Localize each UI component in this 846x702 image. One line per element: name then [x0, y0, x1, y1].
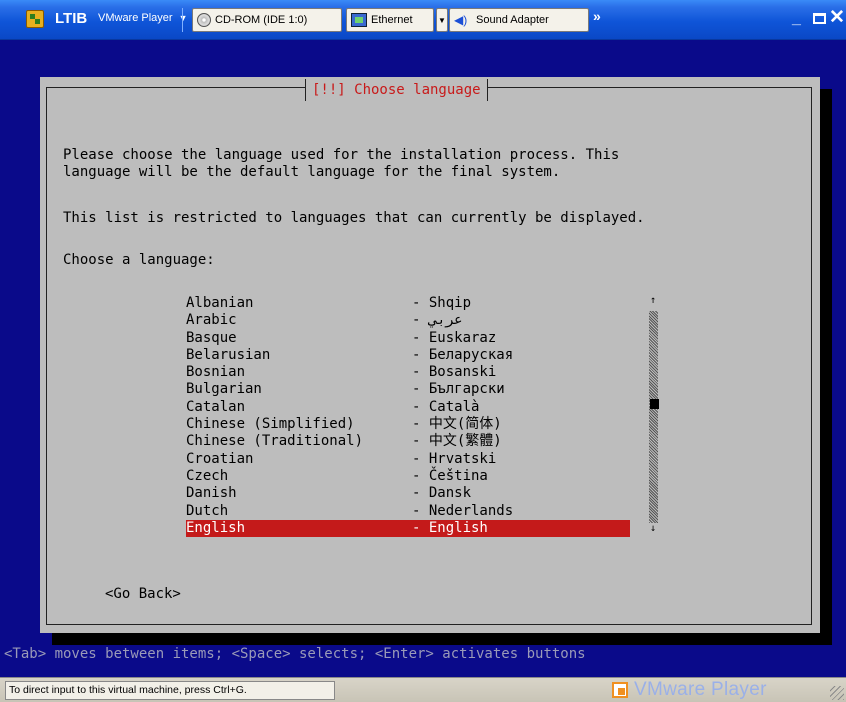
- ethernet-device-button[interactable]: Ethernet: [346, 8, 434, 32]
- vm-console[interactable]: [!!] Choose language Please choose the l…: [4, 41, 842, 677]
- cdrom-device-button[interactable]: CD-ROM (IDE 1:0): [192, 8, 342, 32]
- list-item-dutch[interactable]: Dutch - Nederlands: [186, 503, 630, 520]
- list-item-albanian[interactable]: Albanian - Shqip: [186, 295, 630, 312]
- chevron-down-icon: ▼: [178, 13, 188, 23]
- ethernet-dropdown-button[interactable]: ▼: [436, 8, 448, 32]
- language-native-name: - Nederlands: [412, 502, 514, 519]
- scroll-up-icon[interactable]: ↑: [650, 295, 656, 307]
- language-name: Dutch: [186, 502, 229, 519]
- window-title: LTIB: [55, 10, 88, 27]
- language-native-name: - عربي: [412, 312, 463, 329]
- list-item-english-selected[interactable]: English - English: [186, 519, 630, 538]
- language-name: Basque: [186, 329, 237, 346]
- description-line-1: Please choose the language used for the …: [63, 147, 620, 163]
- network-icon: [351, 13, 367, 27]
- more-devices-button[interactable]: »: [593, 8, 613, 32]
- list-item-bosnian[interactable]: Bosnian - Bosanski: [186, 364, 630, 381]
- language-native-name: - 中文(繁體): [412, 433, 502, 450]
- scroll-track[interactable]: [649, 311, 659, 523]
- language-native-name: - Беларуская: [412, 346, 514, 363]
- language-name: Czech: [186, 467, 229, 484]
- list-item-arabic[interactable]: Arabic - عربي: [186, 312, 630, 329]
- description-line-2: language will be the default language fo…: [63, 164, 561, 180]
- list-item-croatian[interactable]: Croatian - Hrvatski: [186, 451, 630, 468]
- cdrom-device-label: CD-ROM (IDE 1:0): [215, 14, 308, 26]
- minimize-icon[interactable]: _: [792, 10, 801, 28]
- language-name: Catalan: [186, 398, 246, 415]
- close-icon[interactable]: ✕: [829, 6, 845, 29]
- choose-language-dialog: [!!] Choose language Please choose the l…: [40, 77, 820, 633]
- language-name: Danish: [186, 485, 237, 502]
- language-name: Albanian: [186, 295, 254, 311]
- vmware-player-menu[interactable]: VMware Player ▼: [98, 12, 188, 24]
- language-native-name: - Hrvatski: [412, 450, 497, 467]
- language-native-name: - English: [412, 519, 488, 536]
- language-name: Chinese (Simplified): [186, 416, 355, 433]
- list-item-czech[interactable]: Czech - Čeština: [186, 468, 630, 485]
- language-name: English: [186, 519, 246, 536]
- language-name: Arabic: [186, 312, 237, 329]
- list-item-belarusian[interactable]: Belarusian - Беларуская: [186, 347, 630, 364]
- scroll-down-icon[interactable]: ↓: [650, 523, 656, 535]
- keyboard-help-line: <Tab> moves between items; <Space> selec…: [4, 646, 586, 662]
- language-name: Belarusian: [186, 346, 271, 363]
- sound-device-button[interactable]: ◀) Sound Adapter: [449, 8, 589, 32]
- list-item-danish[interactable]: Danish - Dansk: [186, 485, 630, 502]
- language-native-name: - Català: [412, 398, 480, 415]
- language-native-name: - 中文(简体): [412, 416, 502, 433]
- status-bar: To direct input to this virtual machine,…: [0, 677, 846, 702]
- language-native-name: - Bosanski: [412, 364, 497, 381]
- chevron-down-icon: ▼: [438, 15, 446, 25]
- vm-icon: [26, 10, 44, 28]
- list-item-chinese-traditional[interactable]: Chinese (Traditional) - 中文(繁體): [186, 433, 630, 450]
- dialog-title: [!!] Choose language: [305, 79, 488, 101]
- language-native-name: - Български: [412, 381, 505, 398]
- go-back-button[interactable]: <Go Back>: [105, 586, 181, 602]
- language-native-name: - Euskaraz: [412, 329, 497, 346]
- choose-language-prompt: Choose a language:: [63, 252, 215, 268]
- toolbar-divider: [182, 8, 183, 32]
- language-list[interactable]: Albanian - Shqip Arabic - عربي Basque - Eus…: [186, 295, 630, 538]
- speaker-icon: ◀): [454, 13, 468, 27]
- list-item-basque[interactable]: Basque - Euskaraz: [186, 330, 630, 347]
- language-native-name: - Shqip: [412, 295, 472, 311]
- language-native-name: - Čeština: [412, 467, 488, 484]
- language-name: Croatian: [186, 450, 254, 467]
- list-item-catalan[interactable]: Catalan - Català: [186, 399, 630, 416]
- list-item-bulgarian[interactable]: Bulgarian - Български: [186, 381, 630, 398]
- restriction-note: This list is restricted to languages tha…: [63, 210, 645, 226]
- language-list-scrollbar[interactable]: ↑ ↓: [648, 295, 660, 537]
- ethernet-device-label: Ethernet: [371, 14, 413, 26]
- cdrom-icon: [197, 13, 211, 27]
- title-bar: LTIB VMware Player ▼ CD-ROM (IDE 1:0) Eth…: [0, 0, 846, 40]
- vmware-logo-icon: [612, 682, 628, 698]
- language-native-name: - Dansk: [412, 485, 472, 502]
- vmware-player-menu-label: VMware Player: [98, 12, 173, 24]
- list-item-chinese-simplified[interactable]: Chinese (Simplified) - 中文(简体): [186, 416, 630, 433]
- brand-label: VMware Player: [634, 679, 767, 700]
- language-name: Bosnian: [186, 364, 246, 381]
- resize-grip-icon[interactable]: [830, 686, 844, 700]
- status-message: To direct input to this virtual machine,…: [5, 681, 335, 700]
- language-name: Chinese (Traditional): [186, 433, 364, 450]
- sound-device-label: Sound Adapter: [476, 14, 549, 26]
- maximize-icon[interactable]: [813, 13, 826, 24]
- scroll-thumb[interactable]: [650, 399, 659, 409]
- language-name: Bulgarian: [186, 381, 262, 398]
